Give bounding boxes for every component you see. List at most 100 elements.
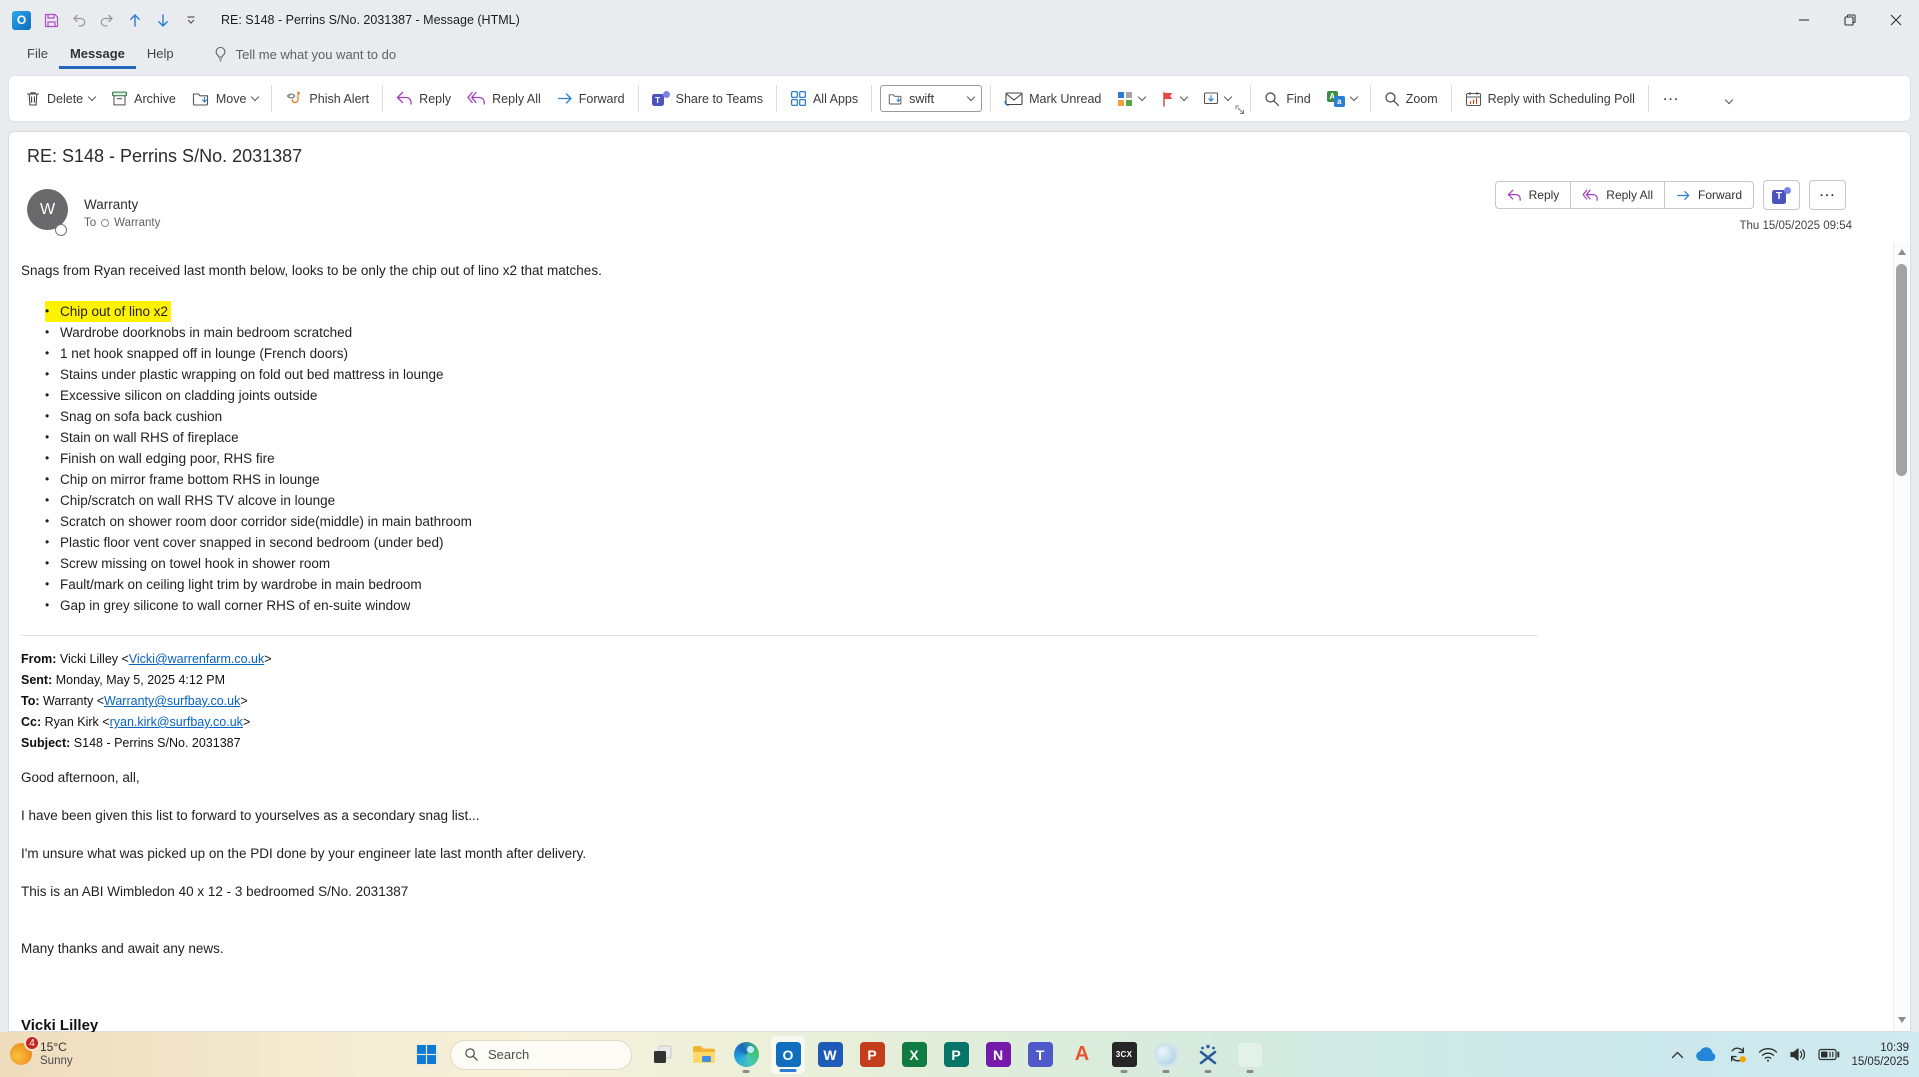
reply-button[interactable]: Reply xyxy=(388,83,459,115)
phish-alert-button[interactable]: Phish Alert xyxy=(277,83,377,115)
chevron-down-icon xyxy=(1724,95,1734,105)
scroll-thumb[interactable] xyxy=(1896,264,1907,476)
to-email-link[interactable]: Warranty@surfbay.co.uk xyxy=(104,694,240,708)
volume-button[interactable] xyxy=(1789,1047,1807,1062)
translate-button[interactable]: Aa xyxy=(1319,83,1365,115)
follow-up-button[interactable] xyxy=(1153,83,1195,115)
round-app-button[interactable] xyxy=(1148,1035,1184,1075)
reply-all-button[interactable]: Reply All xyxy=(459,83,549,115)
redo-button[interactable] xyxy=(95,8,119,32)
ribbon-toolbar: Delete Archive Move Phish Alert Reply Re… xyxy=(8,75,1911,122)
sent-label: Sent: xyxy=(21,673,53,687)
share-to-teams-button-header[interactable]: T xyxy=(1763,180,1800,210)
tell-me-box[interactable]: Tell me what you want to do xyxy=(213,40,396,63)
menu-file[interactable]: File xyxy=(16,40,59,69)
archive-button[interactable]: Archive xyxy=(103,83,184,115)
assign-policy-button[interactable] xyxy=(1195,83,1239,115)
battery-button[interactable] xyxy=(1818,1048,1840,1061)
chevron-down-icon xyxy=(87,92,97,101)
hidden-app-button[interactable] xyxy=(1232,1035,1268,1075)
message-pane: RE: S148 - Perrins S/No. 2031387 Reply R… xyxy=(8,131,1911,1034)
onenote-button[interactable]: N xyxy=(980,1035,1016,1075)
publisher-icon: P xyxy=(943,1042,969,1067)
previous-item-button[interactable] xyxy=(123,8,147,32)
menu-help[interactable]: Help xyxy=(136,40,185,69)
taskbar-search[interactable]: Search xyxy=(450,1039,632,1070)
volume-icon xyxy=(1790,1048,1806,1061)
scrollbar[interactable] xyxy=(1893,242,1909,1030)
scheduling-poll-label: Reply with Scheduling Poll xyxy=(1487,91,1635,106)
task-view-button[interactable] xyxy=(644,1035,680,1075)
wifi-button[interactable] xyxy=(1758,1047,1778,1062)
onenote-icon: N xyxy=(985,1042,1011,1067)
quick-step-swift-select[interactable]: swift xyxy=(880,85,983,112)
snag-list: • Chip out of lino x2 • Wardrobe doorknobs… xyxy=(21,301,1886,616)
ribbon-separator xyxy=(775,85,777,112)
delete-button[interactable]: Delete xyxy=(17,83,103,115)
clock[interactable]: 10:39 15/05/2025 xyxy=(1851,1041,1909,1069)
edge-browser-button[interactable] xyxy=(728,1035,764,1075)
share-to-teams-button[interactable]: T Share to Teams xyxy=(644,83,771,115)
move-button[interactable]: Move xyxy=(184,83,267,115)
file-explorer-button[interactable] xyxy=(686,1035,722,1075)
quick-step-label: swift xyxy=(909,91,935,106)
bullet-icon: • xyxy=(45,304,50,318)
restore-button[interactable] xyxy=(1827,0,1873,40)
sender-name[interactable]: Warranty xyxy=(84,197,138,212)
chevron-down-icon xyxy=(1180,92,1189,101)
save-button[interactable] xyxy=(39,8,63,32)
more-actions-button[interactable]: … xyxy=(1809,180,1846,210)
forward-icon xyxy=(557,93,572,104)
bullet-icon: • xyxy=(45,346,50,360)
a-app-button[interactable]: A xyxy=(1064,1035,1100,1075)
forward-button[interactable]: Forward xyxy=(549,83,633,115)
redo-icon xyxy=(100,14,113,27)
forward-button-header[interactable]: Forward xyxy=(1665,182,1753,208)
powerpoint-button[interactable]: P xyxy=(854,1035,890,1075)
snag-text: Chip/scratch on wall RHS TV alcove in lo… xyxy=(60,493,336,508)
recipient-line[interactable]: To Warranty xyxy=(84,217,160,229)
window-controls xyxy=(1781,0,1919,40)
from-name: Vicki Lilley < xyxy=(56,652,129,666)
weather-widget[interactable]: 4 15°C Sunny xyxy=(10,1035,73,1068)
next-item-button[interactable] xyxy=(151,8,175,32)
categorize-button[interactable] xyxy=(1109,83,1153,115)
scroll-up-arrow[interactable] xyxy=(1894,244,1909,260)
bullet-icon: • xyxy=(45,367,50,381)
menu-message[interactable]: Message xyxy=(58,40,136,69)
tags-dialog-launcher[interactable] xyxy=(1235,105,1245,115)
scheduling-poll-button[interactable]: Reply with Scheduling Poll xyxy=(1457,83,1643,115)
sync-status-button[interactable] xyxy=(1728,1045,1747,1064)
customize-quick-access-button[interactable] xyxy=(179,8,203,32)
from-email-link[interactable]: Vicki@warrenfarm.co.uk xyxy=(129,652,264,666)
close-button[interactable] xyxy=(1873,0,1919,40)
collapse-ribbon-button[interactable] xyxy=(1724,91,1734,106)
mark-unread-label: Mark Unread xyxy=(1029,91,1102,106)
snag-list-item: • Screw missing on towel hook in shower r… xyxy=(45,553,1886,574)
reply-button-header[interactable]: Reply xyxy=(1496,182,1571,208)
all-apps-button[interactable]: All Apps xyxy=(782,83,866,115)
excel-button[interactable]: X xyxy=(896,1035,932,1075)
more-commands-button[interactable]: … xyxy=(1654,83,1688,115)
snag-text: Scratch on shower room door corridor sid… xyxy=(60,514,472,529)
tray-expand-button[interactable] xyxy=(1671,1051,1684,1059)
reply-all-button-header[interactable]: Reply All xyxy=(1571,182,1664,208)
cc-email-link[interactable]: ryan.kirk@surfbay.co.uk xyxy=(110,715,243,729)
mark-unread-button[interactable]: Mark Unread xyxy=(996,83,1109,115)
publisher-button[interactable]: P xyxy=(938,1035,974,1075)
start-button[interactable] xyxy=(408,1036,444,1074)
battery-icon xyxy=(1818,1048,1840,1061)
minimize-button[interactable] xyxy=(1781,0,1827,40)
zoom-button[interactable]: Zoom xyxy=(1376,83,1446,115)
find-button[interactable]: Find xyxy=(1256,83,1318,115)
word-button[interactable]: W xyxy=(812,1035,848,1075)
teams-taskbar-button[interactable]: T xyxy=(1022,1035,1058,1075)
threecx-button[interactable]: 3CX xyxy=(1106,1035,1142,1075)
presence-indicator xyxy=(55,224,67,236)
onedrive-button[interactable] xyxy=(1695,1047,1717,1062)
undo-button[interactable] xyxy=(67,8,91,32)
people-app-button[interactable] xyxy=(1190,1035,1226,1075)
scroll-down-arrow[interactable] xyxy=(1894,1012,1909,1028)
windows-logo-icon xyxy=(416,1044,436,1065)
outlook-taskbar-button[interactable]: O xyxy=(770,1034,806,1075)
